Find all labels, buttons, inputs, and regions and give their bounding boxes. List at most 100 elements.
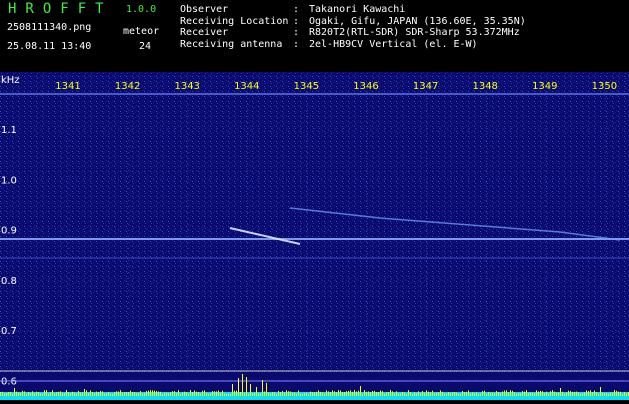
power-bar	[342, 392, 343, 396]
power-bar	[326, 390, 327, 396]
power-bar	[534, 393, 535, 396]
power-bar	[466, 391, 467, 396]
power-bar	[502, 391, 503, 396]
power-bar	[582, 393, 583, 396]
power-bar	[54, 393, 55, 396]
power-bar	[72, 391, 73, 396]
power-bar	[322, 392, 323, 396]
power-bar	[578, 392, 579, 396]
power-bar	[360, 386, 361, 396]
power-bar	[590, 390, 591, 396]
time-tick-label: 1345	[294, 81, 319, 92]
power-bar	[382, 391, 383, 396]
capture-datetime: 25.08.11 13:40	[7, 41, 92, 52]
power-bar	[56, 392, 57, 396]
power-bar	[406, 393, 407, 396]
power-bar	[488, 391, 489, 396]
power-bar	[146, 390, 147, 396]
file-name: 2508111340.png	[7, 22, 92, 33]
power-bar	[400, 393, 401, 396]
power-bar	[436, 392, 437, 396]
power-bar	[562, 391, 563, 396]
power-bar	[90, 390, 91, 396]
power-bar	[422, 391, 423, 396]
power-bar	[204, 390, 205, 396]
power-bar	[20, 392, 21, 396]
power-bar	[254, 392, 255, 396]
power-bar	[114, 392, 115, 396]
power-bar	[210, 393, 211, 396]
power-bar	[370, 392, 371, 396]
power-bar	[232, 384, 233, 396]
power-bar	[480, 393, 481, 396]
meteor-label: meteor	[123, 26, 160, 37]
power-bar	[98, 392, 99, 396]
power-bar	[6, 393, 7, 396]
power-bar	[454, 391, 455, 396]
power-bar	[24, 391, 25, 396]
power-bar	[396, 391, 397, 396]
power-bar	[222, 390, 223, 396]
power-bar	[166, 392, 167, 396]
time-tick-label: 1348	[472, 81, 497, 92]
power-bar	[538, 391, 539, 396]
power-bar	[108, 392, 109, 396]
power-bar	[352, 391, 353, 396]
power-bar	[564, 393, 565, 396]
power-bar	[546, 391, 547, 396]
time-tick-label: 1346	[353, 81, 378, 92]
power-bar	[158, 391, 159, 396]
time-tick-label: 1342	[115, 81, 140, 92]
power-bar	[442, 391, 443, 396]
power-bar	[30, 393, 31, 396]
power-bar	[300, 393, 301, 396]
power-bar	[104, 393, 105, 396]
power-bar	[364, 390, 365, 396]
power-bar	[340, 390, 341, 396]
power-bar	[484, 390, 485, 396]
power-bar	[48, 393, 49, 396]
power-bar	[610, 392, 611, 396]
power-bar	[384, 393, 385, 396]
power-bar	[332, 390, 333, 396]
power-bar	[378, 392, 379, 396]
power-bar	[618, 391, 619, 396]
power-bar	[116, 391, 117, 396]
power-bar	[172, 391, 173, 396]
power-bar	[374, 390, 375, 396]
power-bar	[556, 392, 557, 396]
power-bar	[320, 391, 321, 396]
power-bar	[4, 393, 5, 396]
power-bar	[262, 380, 263, 396]
power-bar	[74, 392, 75, 396]
power-bar	[522, 391, 523, 396]
power-bar	[186, 392, 187, 396]
power-bar	[490, 392, 491, 396]
power-bar	[594, 390, 595, 396]
power-bar	[434, 393, 435, 396]
power-bar	[298, 390, 299, 396]
power-bar	[518, 393, 519, 396]
power-bar	[444, 393, 445, 396]
power-bar	[218, 390, 219, 396]
power-bar	[32, 391, 33, 396]
power-bar	[346, 391, 347, 396]
power-bar	[200, 393, 201, 396]
power-bar	[288, 391, 289, 396]
freq-tick-label: 0.6	[1, 377, 17, 388]
power-bar	[536, 390, 537, 396]
power-bar	[410, 391, 411, 396]
power-bar	[278, 390, 279, 396]
power-bar	[152, 390, 153, 396]
power-bar	[0, 392, 1, 396]
power-bar	[60, 391, 61, 396]
power-bar	[50, 392, 51, 396]
power-bar	[446, 393, 447, 396]
power-bar	[318, 390, 319, 396]
power-bar	[586, 390, 587, 396]
power-bar	[46, 390, 47, 396]
power-bar	[544, 392, 545, 396]
power-bar	[76, 393, 77, 396]
power-bar	[552, 390, 553, 396]
power-bar	[272, 392, 273, 396]
